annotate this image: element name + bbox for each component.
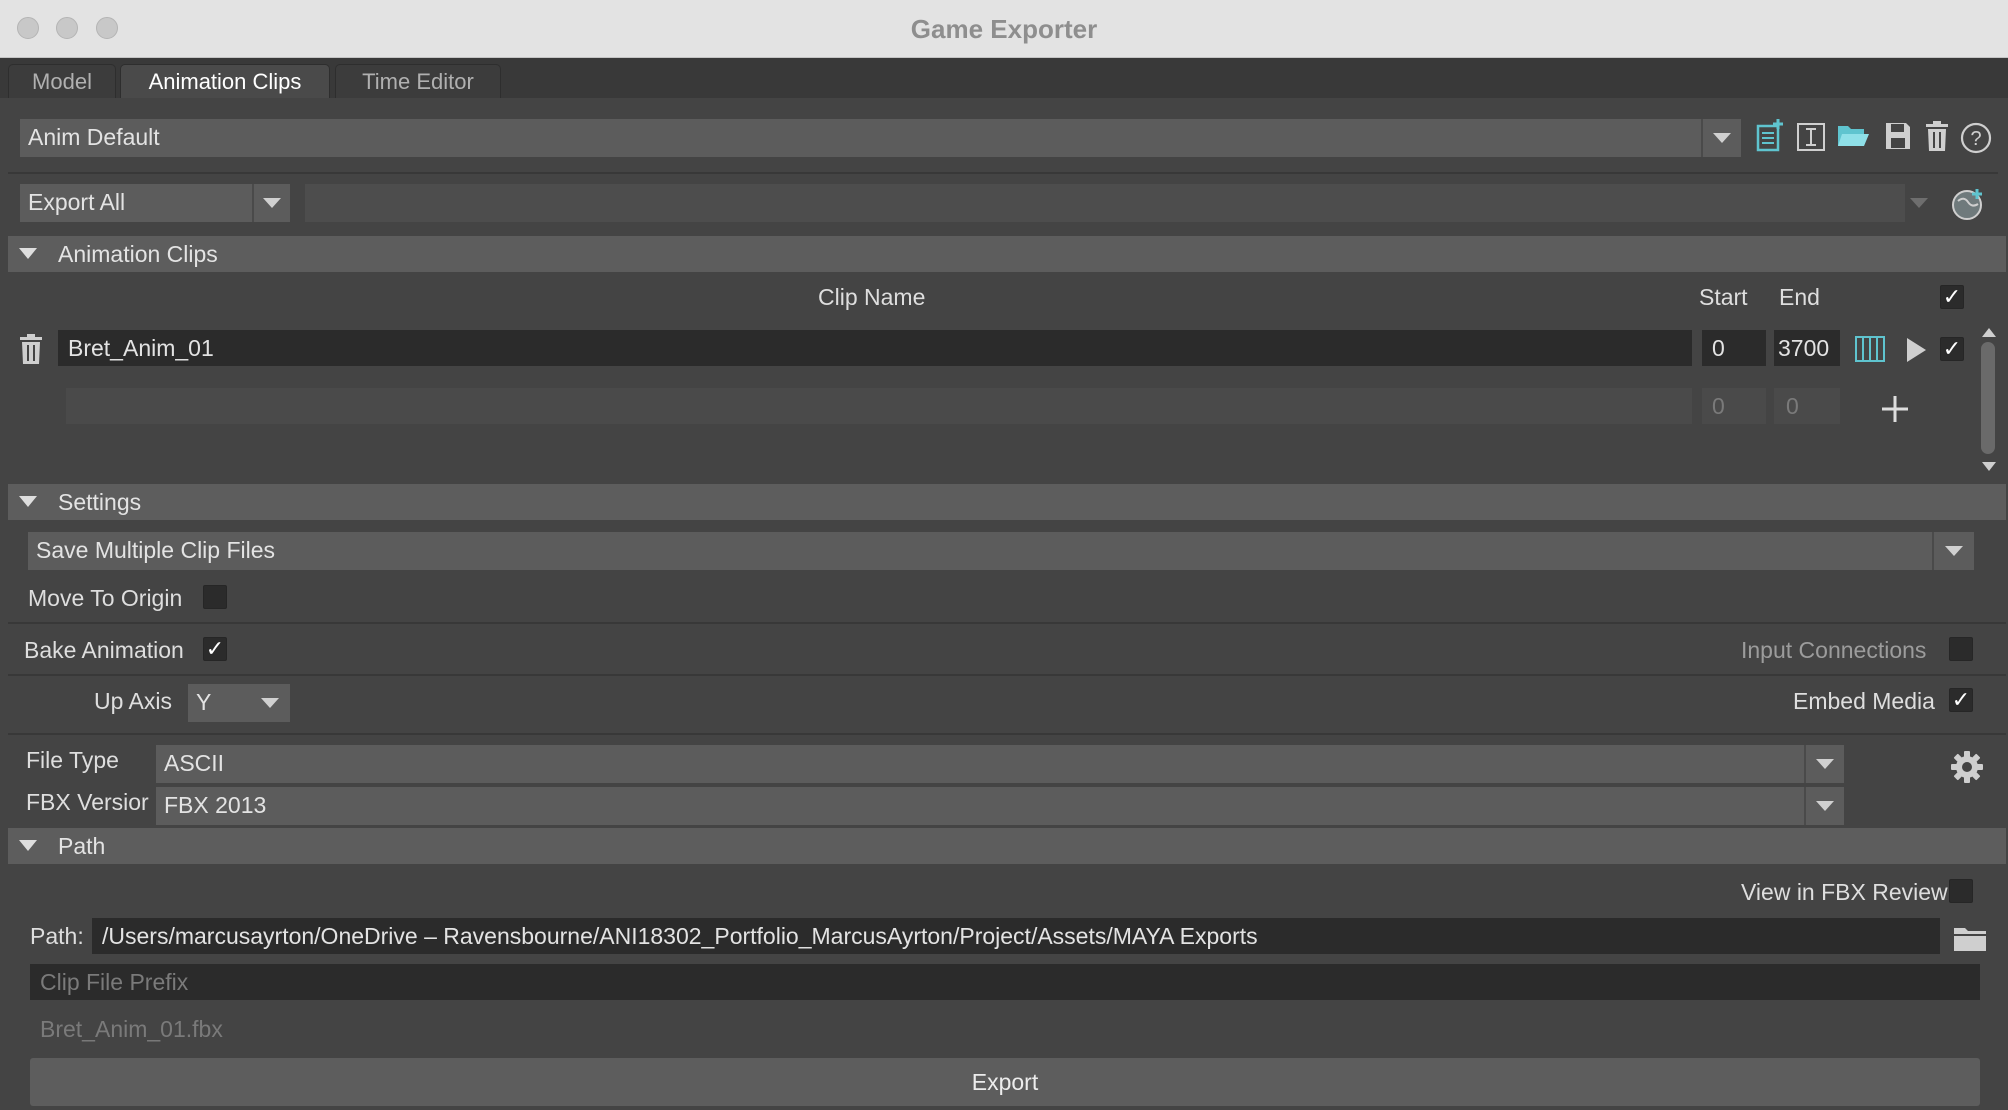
chevron-down-icon (1945, 546, 1963, 556)
divider (8, 172, 1998, 174)
time-slider-icon[interactable] (1854, 335, 1886, 363)
section-title: Animation Clips (58, 241, 218, 267)
clip-file-prefix-placeholder: Clip File Prefix (40, 969, 189, 995)
save-preset-icon[interactable] (1884, 121, 1912, 151)
preset-dropdown[interactable]: Anim Default (20, 119, 1703, 157)
clip-files-mode-value: Save Multiple Clip Files (36, 537, 276, 563)
path-section-header[interactable]: Path (8, 828, 2006, 864)
delete-preset-icon[interactable] (1924, 120, 1950, 152)
fbx-version-dropdown[interactable]: FBX 2013 (156, 787, 1804, 825)
chevron-down-icon (1713, 133, 1731, 143)
new-clip-end-input[interactable]: 0 (1774, 388, 1840, 424)
export-button[interactable]: Export (30, 1058, 1980, 1106)
embed-media-checkbox[interactable]: ✓ (1949, 688, 1973, 712)
tab-model[interactable]: Model (8, 64, 116, 98)
up-axis-label: Up Axis (94, 688, 172, 714)
new-clip-start-input[interactable]: 0 (1702, 388, 1766, 424)
chevron-down-icon (1816, 759, 1834, 769)
fbx-version-value: FBX 2013 (164, 792, 267, 818)
input-connections-label: Input Connections (1741, 637, 1927, 663)
chevron-down-icon (261, 698, 279, 708)
chevron-down-icon (1816, 801, 1834, 811)
output-filename-preview: Bret_Anim_01.fbx (40, 1016, 223, 1042)
up-axis-dropdown[interactable]: Y (188, 684, 250, 722)
up-axis-value: Y (196, 689, 212, 715)
fbx-version-label: FBX Versior (26, 789, 149, 815)
file-type-label: File Type (26, 747, 119, 773)
divider (8, 733, 2006, 735)
collapse-triangle-icon (19, 840, 37, 851)
selection-set-dropdown[interactable] (305, 184, 1905, 222)
trash-icon[interactable] (18, 333, 44, 365)
rename-preset-icon[interactable] (1796, 122, 1826, 152)
new-clip-name-input[interactable] (66, 388, 1692, 424)
fbx-version-dropdown-button[interactable] (1806, 787, 1844, 825)
clip-files-mode-dropdown[interactable]: Save Multiple Clip Files (28, 532, 1932, 570)
preset-value: Anim Default (28, 124, 160, 150)
clip-enabled-checkbox[interactable]: ✓ (1940, 337, 1964, 361)
new-preset-icon[interactable] (1755, 118, 1785, 152)
clip-file-prefix-input[interactable]: Clip File Prefix (30, 964, 1980, 1000)
clip-start-input[interactable]: 0 (1702, 330, 1766, 366)
view-in-fbx-review-label: View in FBX Review (1741, 879, 1948, 905)
end-header: End (1779, 284, 1820, 310)
collapse-triangle-icon (19, 248, 37, 259)
load-preset-icon[interactable] (1836, 120, 1870, 150)
up-axis-dropdown-button[interactable] (250, 684, 290, 722)
tab-animation-clips[interactable]: Animation Clips (120, 64, 330, 98)
help-icon[interactable]: ? (1960, 122, 1992, 154)
scroll-up-arrow[interactable] (1980, 325, 1998, 339)
file-type-dropdown[interactable]: ASCII (156, 745, 1804, 783)
preset-dropdown-button[interactable] (1703, 119, 1741, 157)
file-type-value: ASCII (164, 750, 225, 776)
animation-clips-section-header[interactable]: Animation Clips (8, 236, 2006, 272)
clip-end-input[interactable]: 3700 (1774, 330, 1840, 366)
divider (8, 622, 2006, 624)
export-path-input[interactable]: /Users/marcusayrton/OneDrive – Ravensbou… (92, 918, 1940, 954)
move-to-origin-label: Move To Origin (28, 585, 183, 611)
section-title: Settings (58, 489, 142, 515)
clip-name-input[interactable]: Bret_Anim_01 (58, 330, 1692, 366)
svg-text:?: ? (1970, 128, 1981, 150)
path-label: Path: (30, 923, 84, 949)
embed-media-label: Embed Media (1793, 688, 1935, 714)
collapse-triangle-icon (19, 496, 37, 507)
bake-animation-checkbox[interactable]: ✓ (203, 637, 227, 661)
select-all-clips-checkbox[interactable]: ✓ (1940, 285, 1964, 309)
folder-icon[interactable] (1953, 924, 1987, 952)
file-type-dropdown-button[interactable] (1806, 745, 1844, 783)
globe-add-icon[interactable] (1950, 186, 1986, 222)
clip-name-header: Clip Name (818, 284, 926, 310)
add-icon[interactable] (1880, 394, 1910, 424)
scroll-down-arrow[interactable] (1980, 460, 1998, 474)
clip-files-mode-dropdown-button[interactable] (1934, 532, 1974, 570)
input-connections-checkbox[interactable] (1949, 637, 1973, 661)
export-scope-value: Export All (28, 189, 126, 215)
view-in-fbx-review-checkbox[interactable] (1949, 879, 1973, 903)
export-scope-dropdown[interactable]: Export All (20, 184, 252, 222)
divider (8, 674, 2006, 676)
start-header: Start (1699, 284, 1748, 310)
settings-section-header[interactable]: Settings (8, 484, 2006, 520)
bake-animation-label: Bake Animation (24, 637, 184, 663)
move-to-origin-checkbox[interactable] (203, 585, 227, 609)
section-title: Path (58, 833, 106, 859)
gear-icon[interactable] (1950, 750, 1984, 784)
export-scope-dropdown-button[interactable] (254, 184, 290, 222)
tab-time-editor[interactable]: Time Editor (335, 64, 501, 98)
chevron-down-icon (1910, 198, 1928, 208)
window-title: Game Exporter (910, 14, 1098, 44)
clips-scrollbar[interactable] (1981, 342, 1995, 454)
play-icon[interactable] (1904, 336, 1928, 364)
chevron-down-icon (263, 198, 281, 208)
